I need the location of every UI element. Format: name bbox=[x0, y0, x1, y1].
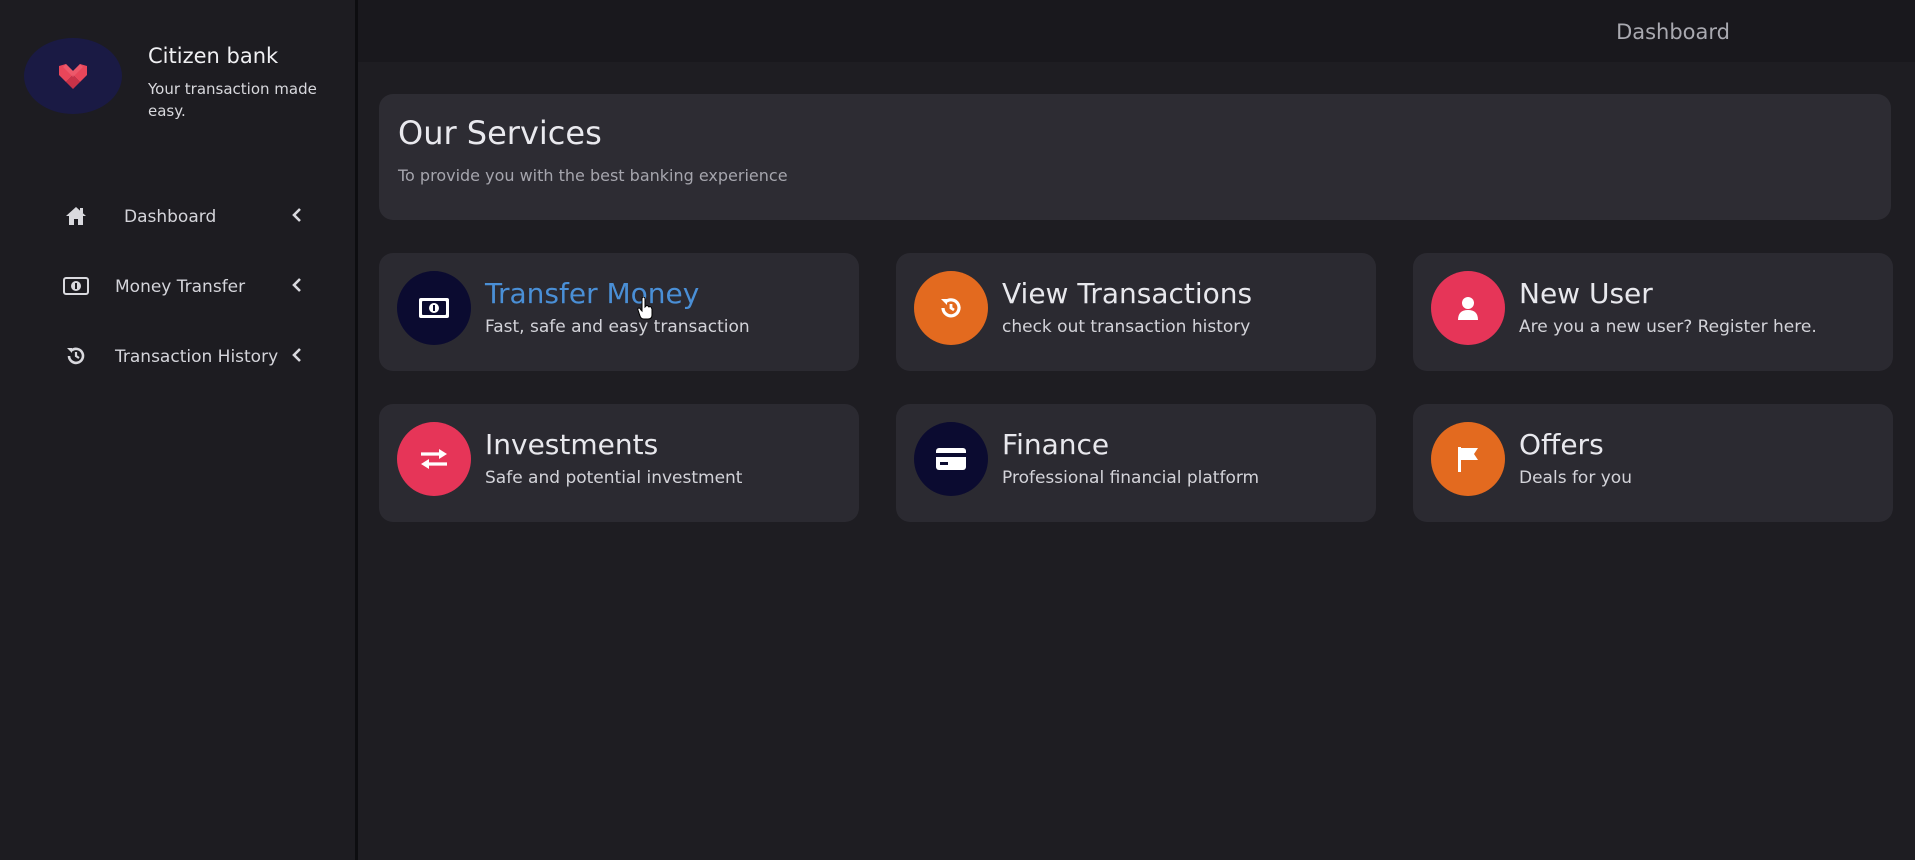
service-description: check out transaction history bbox=[1002, 317, 1251, 337]
sidebar-nav: Dashboard Money Transfer Transaction His… bbox=[0, 190, 355, 400]
brand-logo[interactable] bbox=[24, 38, 122, 114]
sidebar-item-transaction-history[interactable]: Transaction History bbox=[0, 330, 355, 400]
service-title[interactable]: Transfer Money bbox=[485, 277, 699, 310]
service-title[interactable]: Offers bbox=[1519, 428, 1604, 461]
service-card-transfer-money[interactable]: Transfer Money Fast, safe and easy trans… bbox=[379, 253, 859, 371]
topbar-title[interactable]: Dashboard bbox=[1616, 20, 1730, 44]
service-title[interactable]: View Transactions bbox=[1002, 277, 1252, 310]
user-icon bbox=[1431, 271, 1505, 345]
service-card-view-transactions[interactable]: View Transactions check out transaction … bbox=[896, 253, 1376, 371]
flag-icon bbox=[1431, 422, 1505, 496]
chevron-left-icon[interactable] bbox=[290, 273, 304, 297]
money-bill-icon bbox=[397, 271, 471, 345]
service-card-investments[interactable]: Investments Safe and potential investmen… bbox=[379, 404, 859, 522]
page-title: Our Services bbox=[398, 114, 602, 152]
service-description: Fast, safe and easy transaction bbox=[485, 317, 750, 337]
sidebar-item-label: Money Transfer bbox=[115, 277, 246, 297]
sidebar-item-money-transfer[interactable]: Money Transfer bbox=[0, 260, 355, 330]
service-description: Safe and potential investment bbox=[485, 468, 743, 488]
service-description: Professional financial platform bbox=[1002, 468, 1260, 488]
chevron-left-icon[interactable] bbox=[290, 343, 304, 367]
app-window: Citizen bank Your transaction made easy.… bbox=[0, 0, 1915, 860]
money-bill-icon bbox=[62, 275, 90, 297]
home-icon bbox=[62, 205, 90, 227]
m-logo-icon bbox=[59, 64, 87, 89]
sidebar-item-label: Dashboard bbox=[124, 207, 217, 227]
service-description: Are you a new user? Register here. bbox=[1519, 317, 1817, 337]
sidebar: Citizen bank Your transaction made easy.… bbox=[0, 0, 358, 860]
history-icon bbox=[62, 345, 90, 367]
chevron-left-icon[interactable] bbox=[290, 203, 304, 227]
service-description: Deals for you bbox=[1519, 468, 1632, 488]
credit-card-icon bbox=[914, 422, 988, 496]
brand-tagline: Your transaction made easy. bbox=[148, 80, 317, 120]
service-card-offers[interactable]: Offers Deals for you bbox=[1413, 404, 1893, 522]
hand-cursor-icon bbox=[637, 297, 653, 320]
service-title[interactable]: Investments bbox=[485, 428, 658, 461]
services-header: Our Services To provide you with the bes… bbox=[379, 94, 1891, 220]
service-title[interactable]: Finance bbox=[1002, 428, 1109, 461]
topbar: Dashboard bbox=[358, 0, 1915, 62]
exchange-icon bbox=[397, 422, 471, 496]
sidebar-item-dashboard[interactable]: Dashboard bbox=[0, 190, 355, 260]
service-card-finance[interactable]: Finance Professional financial platform bbox=[896, 404, 1376, 522]
brand: Citizen bank Your transaction made easy. bbox=[24, 38, 344, 120]
history-icon bbox=[914, 271, 988, 345]
service-card-new-user[interactable]: New User Are you a new user? Register he… bbox=[1413, 253, 1893, 371]
page-subtitle: To provide you with the best banking exp… bbox=[398, 166, 788, 185]
sidebar-item-label: Transaction History bbox=[115, 347, 279, 367]
service-title[interactable]: New User bbox=[1519, 277, 1653, 310]
brand-name: Citizen bank bbox=[148, 44, 279, 68]
